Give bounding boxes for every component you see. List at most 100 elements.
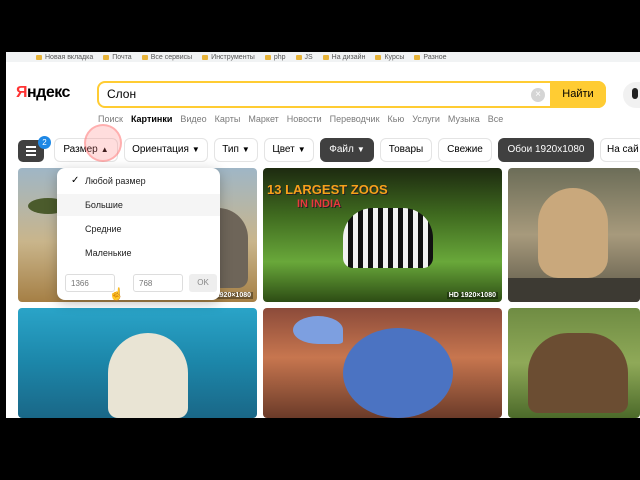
image-subtitle: IN INDIA: [297, 198, 341, 210]
folder-icon: [375, 54, 382, 60]
fresh-filter-label: Свежие: [447, 144, 483, 155]
chevron-down-icon: ▼: [356, 145, 365, 154]
folder-icon: [322, 54, 329, 60]
bookmark-item[interactable]: Курсы: [375, 54, 404, 61]
size-option-label: Средние: [85, 224, 122, 234]
nav-video[interactable]: Видео: [180, 114, 206, 124]
stitch-shape: [343, 328, 453, 418]
microphone-icon: [632, 88, 638, 99]
folder-icon: [141, 54, 148, 60]
bookmark-item[interactable]: Все сервисы: [141, 53, 193, 61]
bookmark-label: JS: [304, 53, 313, 61]
click-highlight: [84, 124, 122, 162]
check-icon: ✓: [71, 175, 80, 186]
image-result-brown-bear[interactable]: [508, 308, 640, 418]
image-resolution: HD 1920×1080: [446, 292, 498, 299]
folder-icon: [264, 54, 271, 60]
nav-translate[interactable]: Переводчик: [330, 114, 380, 124]
logo-first-letter: Я: [16, 84, 28, 101]
stitch-ear-shape: [293, 316, 343, 344]
size-option-label: Маленькие: [85, 248, 132, 258]
color-filter[interactable]: Цвет ▼: [264, 138, 314, 162]
image-result-polar-bear[interactable]: [18, 308, 257, 418]
filters-count-badge: 2: [38, 136, 51, 149]
sliders-icon: [26, 146, 36, 148]
wallpaper-filter-label: Обои 1920x1080: [507, 144, 585, 155]
type-filter-label: Тип: [222, 144, 239, 155]
bookmark-label: Все сервисы: [150, 53, 193, 61]
type-filter[interactable]: Тип ▼: [214, 138, 258, 162]
height-input[interactable]: [133, 274, 183, 292]
orientation-filter-label: Ориентация: [132, 144, 189, 155]
color-filter-label: Цвет: [272, 144, 295, 155]
folder-icon: [414, 54, 421, 60]
polar-bear-shape: [108, 333, 188, 418]
width-input[interactable]: [65, 274, 115, 292]
file-filter[interactable]: Файл ▼: [320, 138, 374, 162]
chevron-down-icon: ▼: [241, 145, 250, 154]
chevron-down-icon: ▼: [191, 145, 200, 154]
voice-search-button[interactable]: [623, 82, 640, 108]
bookmark-label: php: [273, 53, 286, 61]
size-dropdown: ✓ Любой размер Большие Средние Маленькие…: [57, 168, 220, 300]
bookmarks-bar: Новая вкладка Почта Все сервисы Инструме…: [6, 52, 640, 62]
nav-images[interactable]: Картинки: [131, 114, 172, 124]
bookmark-label: Новая вкладка: [45, 53, 94, 61]
nav-all[interactable]: Все: [488, 114, 504, 124]
nav-q[interactable]: Кью: [388, 114, 405, 124]
image-result-zebras[interactable]: 13 LARGEST ZOOS IN INDIA HD 1920×1080: [263, 168, 502, 302]
find-button[interactable]: Найти: [550, 81, 606, 108]
bookmark-item[interactable]: JS: [295, 53, 313, 61]
image-result-lions[interactable]: [508, 168, 640, 302]
size-ok-button[interactable]: OK: [189, 274, 217, 292]
nav-services[interactable]: Услуги: [412, 114, 440, 124]
chevron-down-icon: ▼: [297, 145, 306, 154]
filters-settings-button[interactable]: 2: [18, 136, 51, 162]
yandex-logo[interactable]: Яндекс: [16, 84, 70, 102]
image-title: 13 LARGEST ZOOS: [267, 182, 388, 197]
bookmark-item[interactable]: Разное: [414, 53, 447, 61]
bookmark-item[interactable]: Новая вкладка: [36, 54, 93, 61]
lion-shape: [538, 188, 608, 278]
bookmark-label: На дизайн: [331, 53, 366, 61]
nav-search[interactable]: Поиск: [98, 114, 123, 124]
image-result-stitch[interactable]: [263, 308, 502, 418]
folder-icon: [36, 54, 42, 60]
wallpaper-filter[interactable]: Обои 1920x1080: [498, 138, 594, 162]
nav-news[interactable]: Новости: [287, 114, 322, 124]
on-site-filter-label: На сай: [607, 144, 639, 155]
nav-maps[interactable]: Карты: [215, 114, 241, 124]
browser-page: Новая вкладка Почта Все сервисы Инструме…: [6, 52, 640, 418]
goods-filter[interactable]: Товары: [380, 138, 432, 162]
orientation-filter[interactable]: Ориентация ▼: [124, 138, 208, 162]
size-option-any[interactable]: ✓ Любой размер: [57, 170, 220, 192]
size-option-small[interactable]: Маленькие: [57, 242, 220, 264]
size-option-medium[interactable]: Средние: [57, 218, 220, 240]
nav-music[interactable]: Музыка: [448, 114, 480, 124]
clear-search-button[interactable]: ×: [531, 88, 545, 102]
size-option-large[interactable]: Большие: [57, 194, 220, 216]
brown-bear-shape: [528, 333, 628, 413]
fresh-filter[interactable]: Свежие: [438, 138, 492, 162]
search-input[interactable]: [107, 87, 507, 101]
bookmark-label: Курсы: [384, 53, 405, 61]
zebra-shape: [343, 208, 433, 268]
screen: Новая вкладка Почта Все сервисы Инструме…: [0, 0, 640, 480]
logo-rest: ндекс: [27, 84, 70, 101]
bookmark-label: Разное: [423, 53, 447, 61]
bookmark-item[interactable]: php: [264, 53, 286, 61]
folder-icon: [295, 54, 302, 60]
folder-icon: [202, 54, 209, 60]
search-box: × Найти: [97, 81, 606, 108]
bookmark-label: Инструменты: [211, 53, 255, 61]
size-option-label: Любой размер: [85, 176, 146, 186]
bookmark-label: Почта: [112, 53, 132, 61]
water-shape: [508, 278, 640, 302]
bookmark-item[interactable]: На дизайн: [322, 53, 366, 61]
hand-cursor-icon: ☝: [109, 287, 124, 301]
bookmark-item[interactable]: Инструменты: [202, 54, 255, 61]
bookmark-item[interactable]: Почта: [103, 53, 132, 61]
nav-market[interactable]: Маркет: [248, 114, 278, 124]
on-site-filter[interactable]: На сай: [600, 138, 640, 162]
file-filter-label: Файл: [329, 144, 354, 155]
